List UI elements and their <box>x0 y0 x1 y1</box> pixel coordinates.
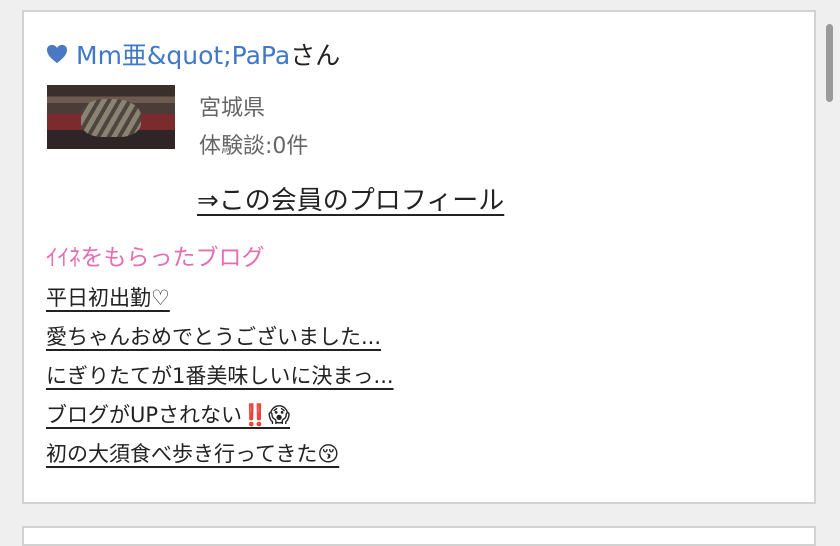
list-item: ブログがUPされない‼️😱 <box>46 400 394 439</box>
list-item: 愛ちゃんおめでとうございました... <box>46 322 394 361</box>
member-prefecture: 宮城県 <box>199 96 266 121</box>
liked-blogs-title: ｲｲﾈをもらったブログ <box>46 245 265 271</box>
blog-link[interactable]: にぎりたてが1番美味しいに決まっ... <box>46 364 394 388</box>
heart-icon <box>46 44 68 64</box>
next-card <box>22 526 816 546</box>
experience-count: 体験談:0件 <box>199 134 309 159</box>
avatar[interactable] <box>47 85 175 149</box>
blog-link[interactable]: 平日初出勤♡ <box>46 286 170 310</box>
member-card: Mm亜&quot;PaPa さん 宮城県 体験談:0件 ⇒この会員のプロフィール… <box>22 10 816 504</box>
member-name-link[interactable]: Mm亜&quot;PaPa <box>76 36 290 72</box>
member-name-suffix: さん <box>290 41 341 70</box>
blog-link[interactable]: ブログがUPされない‼️😱 <box>46 403 290 427</box>
blog-link[interactable]: 愛ちゃんおめでとうございました... <box>46 325 381 349</box>
profile-link[interactable]: ⇒この会員のプロフィール <box>197 180 504 217</box>
member-header: Mm亜&quot;PaPa さん <box>46 36 340 72</box>
blog-list: 平日初出勤♡ 愛ちゃんおめでとうございました... にぎりたてが1番美味しいに決… <box>46 283 394 478</box>
list-item: にぎりたてが1番美味しいに決まっ... <box>46 361 394 400</box>
blog-link[interactable]: 初の大須食べ歩き行ってきた😚 <box>46 442 339 466</box>
vertical-scrollbar[interactable] <box>826 24 833 102</box>
list-item: 平日初出勤♡ <box>46 283 394 322</box>
list-item: 初の大須食べ歩き行ってきた😚 <box>46 439 394 478</box>
